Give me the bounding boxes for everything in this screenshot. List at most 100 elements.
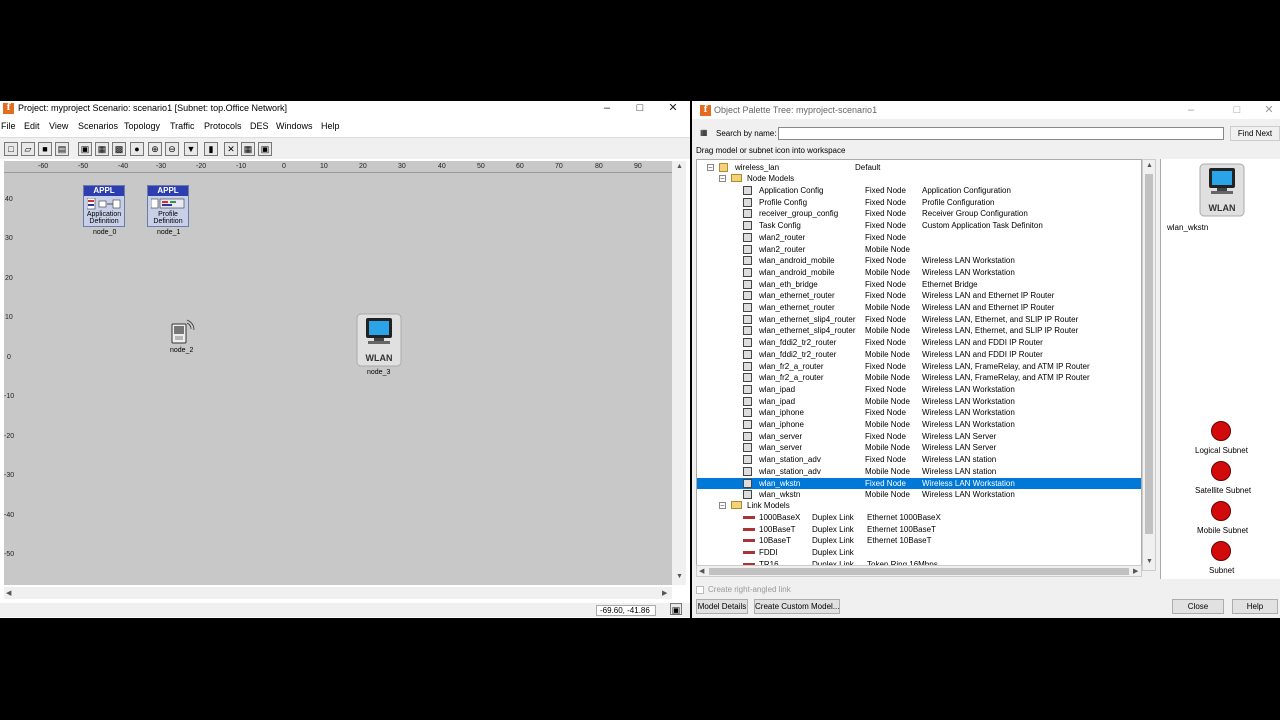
node-model-row[interactable]: wlan_server Fixed Node Wireless LAN Server	[697, 431, 1141, 442]
help-button[interactable]: Help	[1232, 599, 1278, 614]
scroll-right-icon[interactable]: ▶	[1133, 567, 1138, 575]
menu-des[interactable]: DES	[250, 121, 269, 131]
mobile-subnet-icon[interactable]	[1211, 501, 1231, 521]
collapse-icon[interactable]: –	[719, 175, 726, 182]
node-model-row[interactable]: wlan_android_mobile Mobile Node Wireless L…	[697, 267, 1141, 278]
node-model-row[interactable]: wlan_ipad Fixed Node Wireless LAN Workstat…	[697, 384, 1141, 395]
network-workspace[interactable]: APPL ApplicationDefinition node_0 APPL	[18, 173, 672, 585]
scroll-up-icon[interactable]: ▲	[676, 163, 683, 170]
zoom-in-icon[interactable]: ⊕	[148, 142, 162, 156]
node-model-row[interactable]: wlan_ethernet_slip4_router Mobile Node Wir…	[697, 325, 1141, 336]
menu-traffic[interactable]: Traffic	[170, 121, 195, 131]
scroll-down-icon[interactable]: ▼	[676, 573, 683, 580]
configure-run-icon[interactable]: ▼	[184, 142, 198, 156]
maximize-icon[interactable]: □	[1222, 103, 1252, 119]
scroll-thumb[interactable]	[709, 568, 1129, 575]
node-model-row[interactable]: receiver_group_config Fixed Node Receiver …	[697, 208, 1141, 219]
node-model-row[interactable]: wlan_fr2_a_router Mobile Node Wireless LAN…	[697, 372, 1141, 383]
zoom-out-icon[interactable]: ⊖	[165, 142, 179, 156]
node-model-row[interactable]: wlan_fr2_a_router Fixed Node Wireless LAN,…	[697, 361, 1141, 372]
scroll-thumb[interactable]	[1145, 174, 1153, 534]
workspace-horizontal-scrollbar[interactable]: ◀ ▶	[4, 587, 672, 599]
open-icon[interactable]: ▱	[21, 142, 35, 156]
search-input[interactable]	[778, 127, 1224, 140]
compare-icon[interactable]: ▣	[258, 142, 272, 156]
minimize-icon[interactable]: –	[1176, 103, 1206, 119]
subnet-icon[interactable]	[1211, 541, 1231, 561]
create-custom-model-button[interactable]: Create Custom Model...	[754, 599, 840, 614]
workspace-vertical-scrollbar[interactable]: ▲ ▼	[672, 161, 686, 585]
node-model-row[interactable]: wlan_wkstn Fixed Node Wireless LAN Worksta…	[697, 477, 1141, 489]
link-model-row[interactable]: 1000BaseX Duplex Link Ethernet 1000BaseX	[697, 512, 1141, 523]
scroll-down-icon[interactable]: ▼	[1146, 558, 1153, 565]
menu-protocols[interactable]: Protocols	[204, 121, 242, 131]
failure-icon[interactable]: ●	[130, 142, 144, 156]
node-model-row[interactable]: Application Config Fixed Node Application …	[697, 185, 1141, 196]
fail-node-icon[interactable]: ▩	[112, 142, 126, 156]
network-browser-icon[interactable]: ▣	[670, 603, 682, 615]
find-next-button[interactable]: Find Next	[1230, 126, 1280, 141]
close-icon[interactable]: ✕	[1254, 103, 1280, 119]
node-profile-definition[interactable]: APPL Profile Definition node_1	[147, 185, 189, 247]
node-model-row[interactable]: wlan_ethernet_router Mobile Node Wireless …	[697, 302, 1141, 313]
minimize-icon[interactable]: –	[592, 101, 622, 117]
delete-icon[interactable]: ▦	[95, 142, 109, 156]
node-model-row[interactable]: wlan_android_mobile Fixed Node Wireless LA…	[697, 255, 1141, 266]
node-model-row[interactable]: wlan_server Mobile Node Wireless LAN Serve…	[697, 442, 1141, 453]
menu-help[interactable]: Help	[321, 121, 340, 131]
web-report-icon[interactable]: ▦	[241, 142, 255, 156]
right-angled-link-option[interactable]: Create right-angled link	[696, 585, 896, 597]
node-model-row[interactable]: wlan2_router Mobile Node	[697, 244, 1141, 255]
node-model-row[interactable]: wlan2_router Fixed Node	[697, 232, 1141, 243]
node-model-row[interactable]: wlan_station_adv Fixed Node Wireless LAN s…	[697, 454, 1141, 465]
node-model-row[interactable]: wlan_wkstn Mobile Node Wireless LAN Workst…	[697, 489, 1141, 500]
tree-root-row[interactable]: – wireless_lan Default	[697, 162, 1141, 173]
node-model-row[interactable]: wlan_ethernet_slip4_router Fixed Node Wire…	[697, 314, 1141, 325]
scroll-right-icon[interactable]: ▶	[662, 589, 667, 597]
node-model-row[interactable]: Profile Config Fixed Node Profile Configur…	[697, 197, 1141, 208]
scroll-left-icon[interactable]: ◀	[699, 567, 704, 575]
node-model-row[interactable]: wlan_iphone Mobile Node Wireless LAN Works…	[697, 419, 1141, 430]
node-model-row[interactable]: wlan_ipad Mobile Node Wireless LAN Worksta…	[697, 396, 1141, 407]
menu-edit[interactable]: Edit	[24, 121, 40, 131]
menu-scenarios[interactable]: Scenarios	[78, 121, 118, 131]
maximize-icon[interactable]: □	[625, 101, 655, 117]
palette-icon[interactable]: ▣	[78, 142, 92, 156]
logical-subnet-icon[interactable]	[1211, 421, 1231, 441]
tree-horizontal-scrollbar[interactable]: ◀ ▶	[696, 565, 1142, 577]
hide-graphs-icon[interactable]: ✕	[224, 142, 238, 156]
print-icon[interactable]: ▤	[55, 142, 69, 156]
node-model-row[interactable]: Task Config Fixed Node Custom Application …	[697, 220, 1141, 231]
node-model-row[interactable]: wlan_iphone Fixed Node Wireless LAN Workst…	[697, 407, 1141, 418]
node-application-definition[interactable]: APPL Application Definition node_0	[83, 185, 125, 247]
satellite-subnet-icon[interactable]	[1211, 461, 1231, 481]
node-models-folder[interactable]: – Node Models	[697, 173, 1141, 184]
wlan-workstation-icon[interactable]: WLAN	[1199, 163, 1245, 217]
menu-file[interactable]: File	[1, 121, 16, 131]
node-model-row[interactable]: wlan_fddi2_tr2_router Fixed Node Wireless …	[697, 337, 1141, 348]
save-icon[interactable]: ■	[38, 142, 52, 156]
link-model-row[interactable]: FDDI Duplex Link	[697, 547, 1141, 558]
palette-tree[interactable]: – wireless_lan Default – Node Models App…	[696, 159, 1142, 571]
tree-vertical-scrollbar[interactable]: ▲ ▼	[1142, 159, 1156, 571]
view-results-icon[interactable]: ▮	[204, 142, 218, 156]
node-wireless-device[interactable]: node_2	[168, 317, 198, 359]
node-model-row[interactable]: wlan_fddi2_tr2_router Mobile Node Wireless…	[697, 349, 1141, 360]
node-model-row[interactable]: wlan_ethernet_router Fixed Node Wireless L…	[697, 290, 1141, 301]
model-details-button[interactable]: Model Details	[696, 599, 748, 614]
scroll-up-icon[interactable]: ▲	[1146, 162, 1153, 169]
menu-view[interactable]: View	[49, 121, 68, 131]
scroll-left-icon[interactable]: ◀	[6, 589, 11, 597]
close-icon[interactable]: ✕	[658, 101, 688, 117]
link-models-folder[interactable]: – Link Models	[697, 500, 1141, 511]
collapse-icon[interactable]: –	[707, 164, 714, 171]
link-model-row[interactable]: 100BaseT Duplex Link Ethernet 100BaseT	[697, 524, 1141, 535]
menu-topology[interactable]: Topology	[124, 121, 160, 131]
close-button[interactable]: Close	[1172, 599, 1224, 614]
node-model-row[interactable]: wlan_eth_bridge Fixed Node Ethernet Bridge	[697, 279, 1141, 290]
collapse-icon[interactable]: –	[719, 502, 726, 509]
menu-windows[interactable]: Windows	[276, 121, 313, 131]
link-model-row[interactable]: 10BaseT Duplex Link Ethernet 10BaseT	[697, 535, 1141, 546]
right-angled-link-checkbox[interactable]	[696, 586, 704, 594]
new-icon[interactable]: □	[4, 142, 18, 156]
